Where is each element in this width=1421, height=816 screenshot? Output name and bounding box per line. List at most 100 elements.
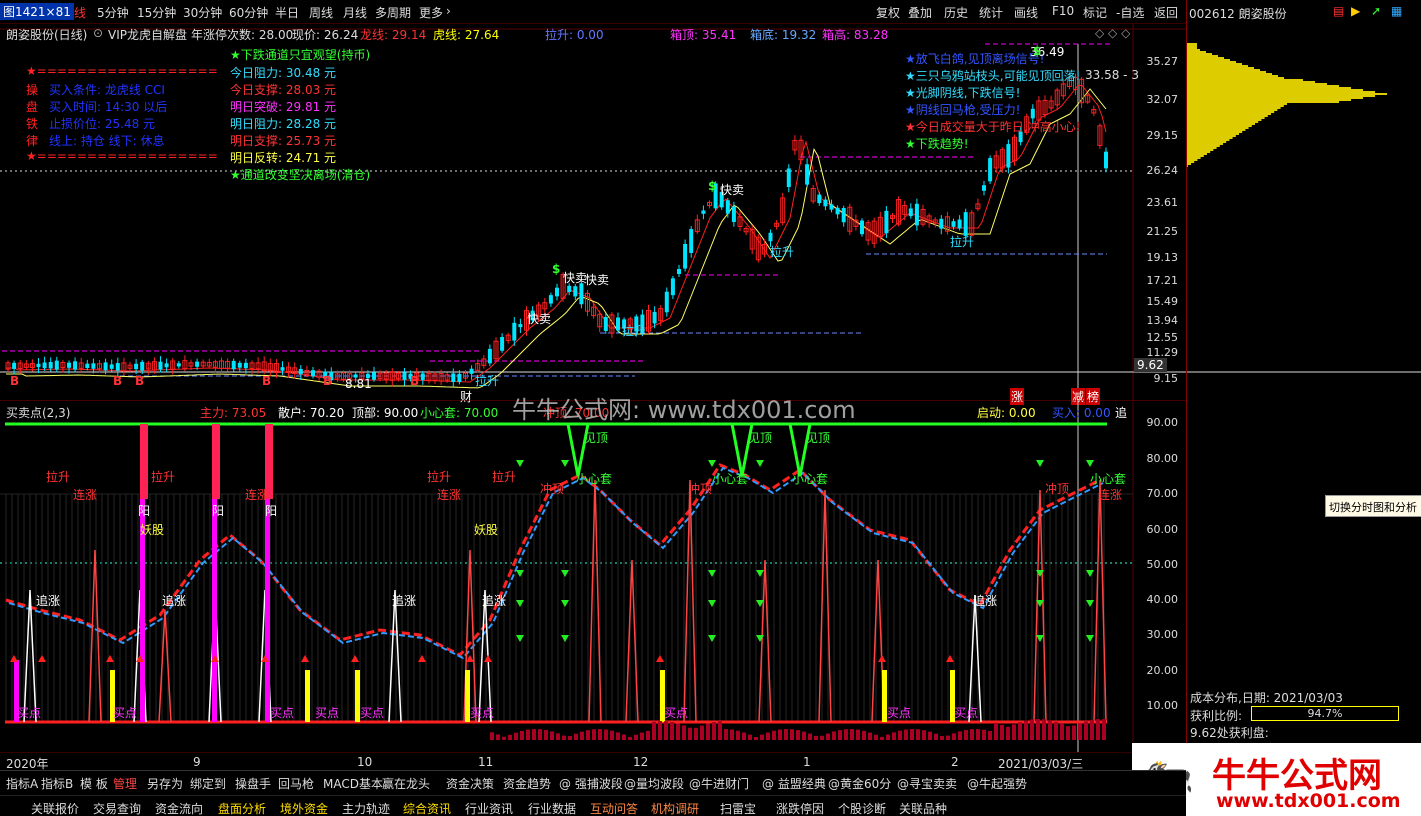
volume-bar	[850, 729, 854, 740]
arrow-icon[interactable]: ➚	[1371, 4, 1381, 18]
down-arrow-icon	[561, 600, 569, 607]
candle-body-down	[518, 324, 523, 328]
info-tab-13[interactable]: 个股诊断	[838, 800, 886, 816]
indicator-tab-4[interactable]: 另存为	[147, 775, 183, 792]
indicator-tab-12[interactable]: @ 强捕波段	[559, 775, 623, 792]
tab-30min[interactable]: 30分钟	[183, 4, 222, 21]
info-tab-5[interactable]: 主力轨迹	[342, 800, 390, 816]
grid-icon[interactable]: ▦	[1391, 4, 1402, 18]
info-tab-8[interactable]: 行业数据	[528, 800, 576, 816]
down-arrow-icon	[1086, 600, 1094, 607]
tab-week[interactable]: 周线	[309, 4, 333, 21]
candle-body-down	[805, 164, 810, 185]
indicator-tab-5[interactable]: 绑定到	[190, 775, 226, 792]
indicator-tab-2[interactable]: 模 板	[80, 775, 108, 792]
indicator-tab-14[interactable]: @牛进财门	[689, 775, 749, 792]
indicator-tab-6[interactable]: 操盘手	[235, 775, 271, 792]
tab-month[interactable]: 月线	[343, 4, 367, 21]
indicator-tab-9[interactable]: 赢在龙头	[382, 775, 430, 792]
volume-bar	[520, 730, 524, 740]
candle-body-down	[768, 232, 773, 242]
volume-bar	[1060, 723, 1064, 740]
candle-body-down	[841, 208, 846, 223]
info-tab-0[interactable]: 关联报价	[31, 800, 79, 816]
action-history[interactable]: 历史	[944, 4, 968, 21]
indicator-tab-8[interactable]: MACD基本	[323, 775, 383, 792]
signal-maidian: 买点	[470, 706, 495, 720]
signal-kuaimai-2: 快卖	[563, 271, 588, 285]
y-tick: 19.13	[1146, 251, 1179, 264]
kline-panel[interactable]: 朗姿股份(日线) ⊙ VIP龙虎自解盘 年涨停次数: 28.00 现价: 26.…	[0, 24, 1186, 405]
info-tab-11[interactable]: 扫雷宝	[720, 800, 756, 816]
candle-body-down	[786, 168, 791, 187]
indicator-tab-3[interactable]: 管理	[113, 775, 137, 792]
indicator-title[interactable]: 买卖点(2,3)	[6, 404, 70, 421]
volume-bar	[856, 729, 860, 740]
volume-bar	[910, 729, 914, 740]
action-watchlist[interactable]: -自选	[1116, 4, 1144, 21]
candle-body-down	[109, 364, 114, 369]
right-info-line-3: ★光脚阴线,下跌信号!	[905, 86, 1021, 100]
action-diejia[interactable]: 叠加	[908, 4, 932, 21]
indicator-tab-0[interactable]: 指标A	[6, 775, 38, 792]
candle-body-down	[731, 206, 736, 222]
indicator-tab-16[interactable]: @黄金60分	[828, 775, 891, 792]
indicator-tab-17[interactable]: @寻宝卖卖	[897, 775, 957, 792]
indicator-tab-13[interactable]: @量均波段	[624, 775, 684, 792]
candle-body-down	[469, 368, 474, 374]
volume-bar	[766, 732, 770, 740]
info-tab-2[interactable]: 资金流向	[155, 800, 203, 816]
action-fuquan[interactable]: 复权	[876, 4, 900, 21]
tab-15min[interactable]: 15分钟	[137, 4, 176, 21]
tab-5min[interactable]: 5分钟	[97, 4, 129, 21]
tab-halfday[interactable]: 半日	[275, 4, 299, 21]
volume-bar	[844, 729, 848, 740]
diamond-icons[interactable]: ◇ ◇ ◇	[1095, 26, 1130, 40]
up-arrow-icon	[10, 655, 18, 662]
candle-body-down	[103, 362, 108, 371]
action-f10[interactable]: F10	[1052, 4, 1074, 18]
info-tab-6[interactable]: 综合资讯	[403, 800, 451, 816]
volume-bar	[946, 735, 950, 740]
indicator-name[interactable]: VIP龙虎自解盘	[108, 26, 187, 43]
volume-bar	[586, 730, 590, 740]
info-tab-1[interactable]: 交易查询	[93, 800, 141, 816]
action-back[interactable]: 返回	[1154, 4, 1178, 21]
doc-icon[interactable]: ▤	[1333, 4, 1344, 18]
info-tab-7[interactable]: 行业资讯	[465, 800, 513, 816]
info-tab-9[interactable]: 互动问答	[590, 800, 638, 816]
dollar-icon: $	[552, 262, 561, 276]
indicator-tab-10[interactable]: 资金决策	[446, 775, 494, 792]
play-icon[interactable]: ▶	[1351, 4, 1360, 18]
candle-body-down	[36, 363, 41, 368]
action-stats[interactable]: 统计	[979, 4, 1003, 21]
up-arrow-icon	[418, 655, 426, 662]
indicator-tab-1[interactable]: 指标B	[41, 775, 73, 792]
tab-more[interactable]: 更多	[419, 4, 443, 21]
volume-bar	[490, 732, 494, 740]
chip-distribution-svg	[1187, 43, 1421, 373]
down-arrow-icon	[756, 570, 764, 577]
indicator-tab-15[interactable]: @ 益盟经典	[762, 775, 826, 792]
y-tick: 17.21	[1146, 274, 1179, 287]
action-draw[interactable]: 画线	[1014, 4, 1038, 21]
signal-lasheng-3: 拉升	[950, 235, 975, 249]
profit-pan-label: 9.62处获利盘:	[1190, 726, 1269, 740]
info-tab-10[interactable]: 机构调研	[651, 800, 699, 816]
tab-60min[interactable]: 60分钟	[229, 4, 268, 21]
info-tab-3[interactable]: 盘面分析	[218, 800, 266, 816]
indicator-tab-11[interactable]: 资金趋势	[503, 775, 551, 792]
x-axis: 2020年 9 10 11 12 1 2 2021/03/03/三	[0, 752, 1186, 771]
action-mark[interactable]: 标记	[1083, 4, 1107, 21]
chevron-right-icon[interactable]: ›	[446, 4, 451, 18]
tab-multiperiod[interactable]: 多周期	[375, 4, 411, 21]
indicator-tab-7[interactable]: 回马枪	[278, 775, 314, 792]
settings-circle-icon[interactable]: ⊙	[93, 26, 103, 40]
signal-bar	[305, 670, 310, 722]
info-tab-14[interactable]: 关联品种	[899, 800, 947, 816]
indicator-tab-18[interactable]: @牛起强势	[967, 775, 1027, 792]
info-tab-4[interactable]: 境外资金	[280, 800, 328, 816]
buy-sell-indicator-panel[interactable]: 买卖点(2,3) 主力: 73.05 散户: 70.20 顶部: 90.00 小…	[0, 400, 1186, 752]
info-tab-12[interactable]: 涨跌停因	[776, 800, 824, 816]
candle-body-down	[457, 373, 462, 383]
